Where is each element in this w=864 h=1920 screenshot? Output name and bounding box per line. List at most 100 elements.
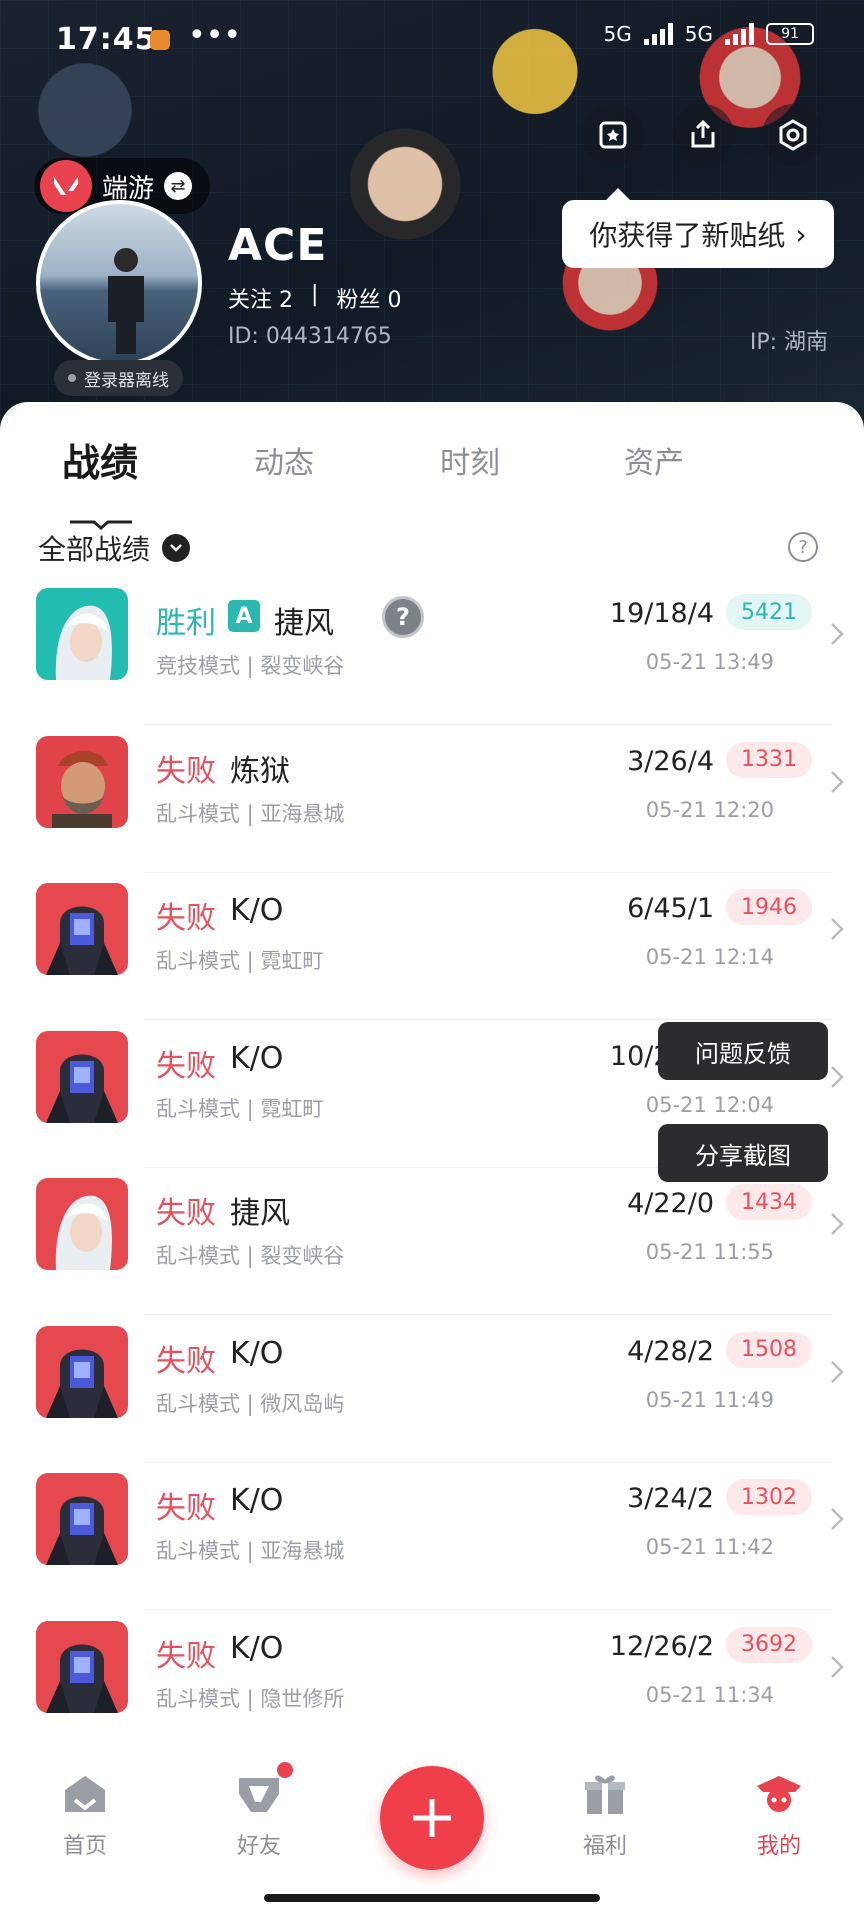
chevron-right-icon: › xyxy=(795,217,807,251)
match-score: 1508 xyxy=(726,1331,812,1368)
match-result: 胜利 xyxy=(156,606,216,641)
match-result: 失败 xyxy=(156,1196,216,1231)
chevron-right-icon xyxy=(831,1508,844,1530)
match-mode: 乱斗模式 | 亚海悬城 xyxy=(156,1539,345,1563)
match-score: 5421 xyxy=(726,594,812,630)
match-score: 3692 xyxy=(726,1626,812,1663)
match-mode: 乱斗模式 | 霓虹町 xyxy=(156,1096,324,1121)
match-kda: 3/26/4 xyxy=(627,745,714,777)
network-label-1: 5G xyxy=(603,22,632,46)
signal-icon xyxy=(643,23,673,45)
status-time: 17:45 xyxy=(56,22,157,57)
help-icon[interactable]: ? xyxy=(788,532,818,562)
nav-home-label: 首页 xyxy=(62,1834,107,1859)
tab-moments[interactable]: 时刻 xyxy=(440,438,500,482)
settings-button[interactable] xyxy=(762,104,824,166)
chevron-down-icon xyxy=(162,534,191,562)
filter-label: 全部战绩 xyxy=(38,533,151,566)
agent-name: K/O xyxy=(230,1483,284,1518)
login-status-badge: 登录器离线 xyxy=(54,360,183,396)
question-badge-icon[interactable]: ? xyxy=(382,596,424,638)
login-status-text: 登录器离线 xyxy=(84,370,169,391)
chevron-right-icon xyxy=(831,623,844,645)
match-result: 失败 xyxy=(156,1343,216,1379)
match-date: 05-21 12:04 xyxy=(645,1092,774,1117)
match-date: 05-21 11:34 xyxy=(645,1682,774,1707)
agent-name: K/O xyxy=(230,1040,284,1076)
match-kda: 6/45/1 xyxy=(627,893,714,924)
tab-assets[interactable]: 资产 xyxy=(624,438,684,482)
match-result: 失败 xyxy=(156,901,216,936)
nav-friends[interactable]: 好友 xyxy=(214,1762,304,1860)
new-sticker-tooltip[interactable]: 你获得了新贴纸 › xyxy=(562,188,834,268)
match-kda: 3/24/2 xyxy=(627,1483,714,1514)
sticker-button[interactable] xyxy=(582,104,644,166)
match-row[interactable]: 失败 K/O 乱斗模式 | 隐世修所 12/26/2 3692 05-21 11:34 xyxy=(0,1611,864,1758)
match-row[interactable]: 失败 炼狱 乱斗模式 | 亚海悬城 3/26/4 1331 05-21 12:20 xyxy=(0,726,864,873)
avatar[interactable] xyxy=(36,200,202,366)
fans-stat[interactable]: 粉丝 0 xyxy=(336,282,401,314)
match-score: 1331 xyxy=(726,741,812,778)
match-date: 05-21 12:20 xyxy=(645,797,774,822)
create-button[interactable] xyxy=(380,1766,484,1870)
agent-name: 捷风 xyxy=(274,606,334,641)
plus-icon xyxy=(413,1799,451,1837)
nav-home[interactable]: 首页 xyxy=(40,1770,130,1860)
agent-name: K/O xyxy=(230,1630,284,1666)
match-date: 05-21 11:49 xyxy=(645,1387,774,1412)
record-filter[interactable]: 全部战绩 xyxy=(38,528,191,568)
match-date: 05-21 11:42 xyxy=(645,1535,774,1559)
nav-friends-label: 好友 xyxy=(236,1834,281,1859)
profile-header: 17:45 ••• 5G 5G 91 端游 ⇄ 登录器离线 ACE 关注 2 |… xyxy=(0,0,864,430)
ip-location: IP: 湖南 xyxy=(749,330,828,355)
match-row[interactable]: 失败 K/O 乱斗模式 | 亚海悬城 3/24/2 1302 05-21 11:42 xyxy=(0,1463,864,1610)
status-bar: 17:45 ••• 5G 5G 91 xyxy=(0,0,864,80)
main-panel: 战绩 动态 时刻 资产 全部战绩 ? 胜利 A 捷风? 竞技模式 | 裂变峡谷 19/1… xyxy=(0,402,864,1758)
battery-icon: 91 xyxy=(766,23,814,45)
agent-thumbnail xyxy=(36,735,128,828)
match-result: 失败 xyxy=(156,1048,216,1084)
match-score: 1946 xyxy=(726,889,812,925)
tab-feed[interactable]: 动态 xyxy=(254,438,314,482)
match-result: 失败 xyxy=(156,1638,216,1674)
match-date: 05-21 12:14 xyxy=(645,945,774,969)
share-screenshot-button[interactable]: 分享截图 xyxy=(658,1124,828,1182)
offline-dot-icon xyxy=(68,374,76,382)
share-button[interactable] xyxy=(672,104,734,166)
user-id: ID: 044314765 xyxy=(228,324,392,349)
nav-me[interactable]: 我的 xyxy=(734,1770,824,1860)
agent-name: 捷风 xyxy=(230,1196,290,1231)
network-label-2: 5G xyxy=(684,22,713,46)
agent-thumbnail xyxy=(36,1620,128,1713)
gift-icon xyxy=(581,1770,629,1818)
agent-thumbnail xyxy=(36,1473,128,1565)
agent-name: K/O xyxy=(230,893,284,928)
stat-separator: | xyxy=(311,282,319,307)
feedback-button[interactable]: 问题反馈 xyxy=(658,1022,828,1080)
following-stat[interactable]: 关注 2 xyxy=(228,282,293,314)
chevron-right-icon xyxy=(831,1213,844,1235)
match-row[interactable]: 失败 K/O 乱斗模式 | 微风岛屿 4/28/2 1508 05-21 11:49 xyxy=(0,1316,864,1463)
match-row[interactable]: 胜利 A 捷风? 竞技模式 | 裂变峡谷 19/18/4 5421 05-21 13:49 xyxy=(0,578,864,725)
match-kda: 19/18/4 xyxy=(609,598,714,629)
match-mode: 乱斗模式 | 微风岛屿 xyxy=(156,1391,345,1416)
match-date: 05-21 13:49 xyxy=(645,650,774,674)
tab-records[interactable]: 战绩 xyxy=(62,432,138,487)
match-kda: 4/28/2 xyxy=(627,1335,714,1367)
match-result: 失败 xyxy=(156,753,216,789)
game-name: 端游 xyxy=(102,173,155,204)
match-row[interactable]: 失败 捷风 乱斗模式 | 裂变峡谷 4/22/0 1434 05-21 11:55 xyxy=(0,1168,864,1315)
follow-stats: 关注 2 | 粉丝 0 xyxy=(228,282,401,314)
nav-benefits[interactable]: 福利 xyxy=(560,1770,650,1860)
match-row[interactable]: 失败 K/O 乱斗模式 | 霓虹町 6/45/1 1946 05-21 12:14 xyxy=(0,873,864,1020)
chevron-right-icon xyxy=(831,1360,844,1383)
match-result: 失败 xyxy=(156,1491,216,1526)
match-mode: 竞技模式 | 裂变峡谷 xyxy=(156,654,345,678)
nav-benefits-label: 福利 xyxy=(582,1834,627,1859)
bottom-nav: 首页 好友 福利 我的 xyxy=(0,1748,864,1920)
agent-name: K/O xyxy=(230,1335,284,1371)
match-kda: 12/26/2 xyxy=(609,1630,714,1662)
sticker-decoration xyxy=(330,120,480,280)
tooltip-text: 你获得了新贴纸 xyxy=(589,219,786,252)
chevron-right-icon xyxy=(831,918,844,940)
